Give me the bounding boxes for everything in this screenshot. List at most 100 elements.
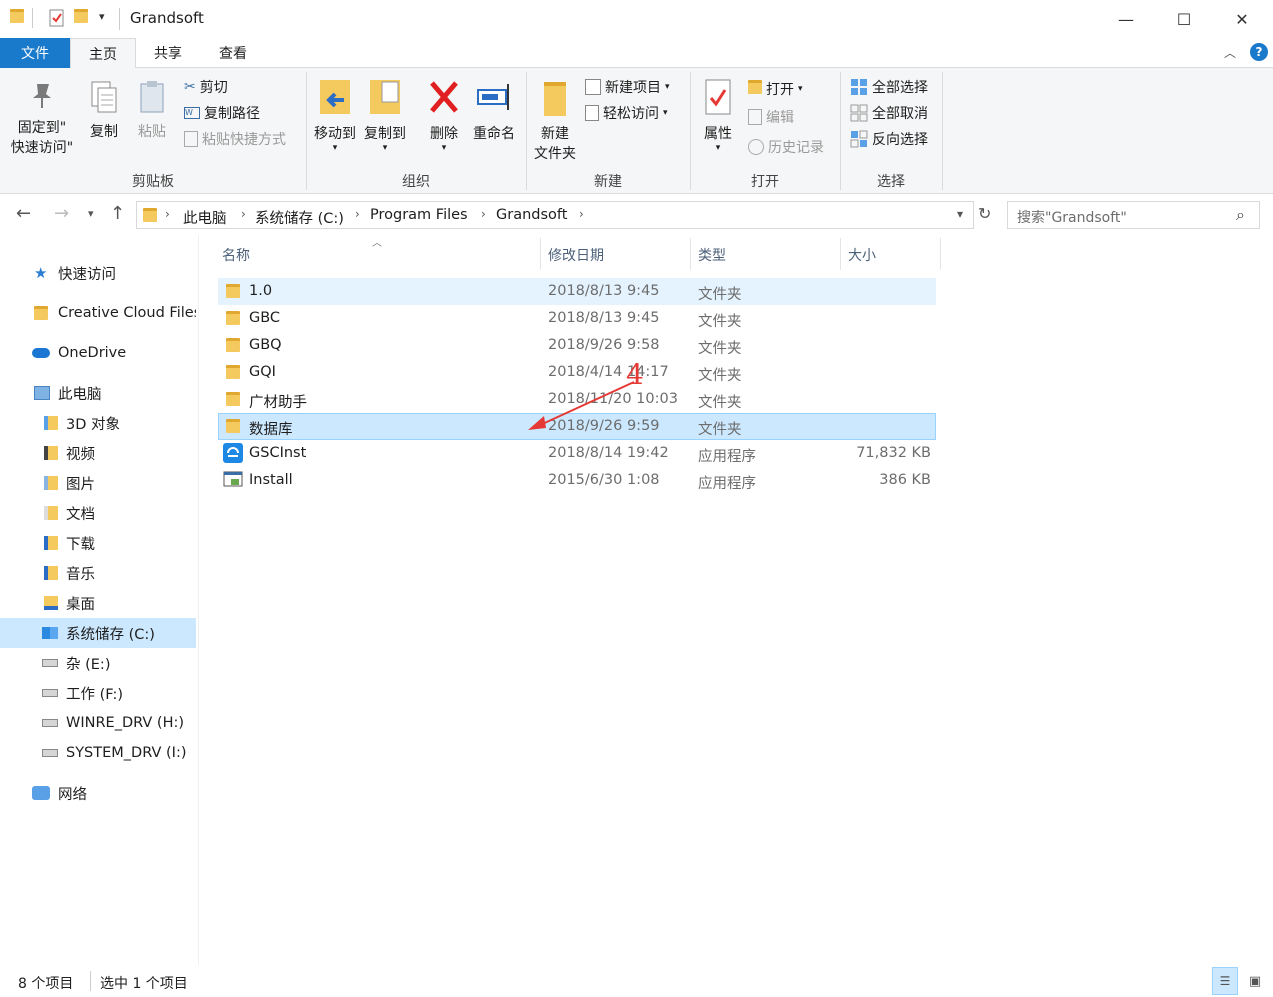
- tab-home[interactable]: 主页: [70, 38, 136, 69]
- search-icon[interactable]: ⌕: [1236, 205, 1245, 225]
- maximize-button[interactable]: ☐: [1155, 0, 1213, 38]
- tab-share[interactable]: 共享: [136, 38, 200, 68]
- address-bar[interactable]: › 此电脑 › 系统储存 (C:) › Program Files › Gran…: [136, 201, 974, 229]
- window-title: Grandsoft: [130, 9, 204, 27]
- nav-downloads[interactable]: 下载: [0, 528, 196, 558]
- details-view-icon[interactable]: ☰: [1212, 967, 1238, 995]
- file-row[interactable]: GBQ 2018/9/26 9:58 文件夹: [218, 332, 936, 359]
- nav-onedrive[interactable]: OneDrive: [0, 338, 196, 368]
- edit-button[interactable]: 编辑: [748, 106, 794, 128]
- rename-button[interactable]: 重命名: [470, 78, 518, 144]
- status-item-count: 8 个项目: [18, 976, 74, 992]
- new-group-label: 新建: [594, 174, 622, 190]
- dropdown-arrow-icon: ▾: [332, 143, 338, 153]
- breadcrumb-system-drive[interactable]: 系统储存 (C:): [255, 207, 344, 228]
- up-arrow-icon[interactable]: ↑: [110, 203, 125, 224]
- back-arrow-icon[interactable]: ←: [16, 203, 31, 224]
- select-none-button[interactable]: 全部取消: [850, 102, 928, 124]
- cut-label: 剪切: [199, 80, 228, 96]
- column-header-name[interactable]: 名称: [222, 245, 250, 265]
- move-to-button[interactable]: 移动到 ▾: [312, 78, 358, 153]
- invert-selection-icon: [850, 130, 868, 148]
- dropdown-arrow-icon: ▾: [715, 143, 721, 153]
- file-row[interactable]: GBC 2018/8/13 9:45 文件夹: [218, 305, 936, 332]
- nav-drive-e[interactable]: 杂 (E:): [0, 648, 196, 678]
- breadcrumb-separator-icon: ›: [481, 207, 486, 221]
- nav-drive-h[interactable]: WINRE_DRV (H:): [0, 708, 196, 738]
- history-button[interactable]: 历史记录: [748, 136, 824, 158]
- breadcrumb-separator-icon: ›: [241, 207, 246, 221]
- large-icons-view-icon[interactable]: ▣: [1242, 967, 1268, 995]
- select-all-button[interactable]: 全部选择: [850, 76, 928, 98]
- open-button[interactable]: 打开 ▾: [748, 78, 803, 100]
- new-folder-button[interactable]: 新建 文件夹: [530, 78, 580, 164]
- nav-drive-f[interactable]: 工作 (F:): [0, 678, 196, 708]
- search-input[interactable]: 搜索"Grandsoft" ⌕: [1007, 201, 1260, 229]
- tab-view[interactable]: 查看: [200, 38, 266, 68]
- nav-3d-objects[interactable]: 3D 对象: [0, 408, 196, 438]
- column-header-size[interactable]: 大小: [848, 245, 876, 265]
- nav-this-pc[interactable]: 此电脑: [0, 378, 196, 408]
- invert-selection-label: 反向选择: [872, 132, 928, 148]
- breadcrumb-grandsoft[interactable]: Grandsoft: [496, 207, 567, 223]
- cut-button[interactable]: ✂ 剪切: [184, 76, 228, 98]
- pin-to-quick-access-button[interactable]: 固定到" 快速访问": [8, 80, 76, 158]
- installer-icon: [223, 471, 243, 493]
- delete-button[interactable]: 删除 ▾: [424, 78, 464, 153]
- copy-path-button[interactable]: W 复制路径: [184, 102, 260, 124]
- properties-button[interactable]: 属性 ▾: [700, 78, 736, 153]
- paste-shortcut-button[interactable]: 粘贴快捷方式: [184, 128, 286, 150]
- file-name: 数据库: [249, 422, 293, 438]
- column-header-modified[interactable]: 修改日期: [548, 245, 604, 265]
- copy-button[interactable]: 复制: [84, 80, 124, 142]
- nav-documents[interactable]: 文档: [0, 498, 196, 528]
- breadcrumb-this-pc[interactable]: 此电脑: [183, 207, 227, 228]
- column-header-type[interactable]: 类型: [698, 245, 726, 265]
- file-row[interactable]: 1.0 2018/8/13 9:45 文件夹: [218, 278, 936, 305]
- folder-icon: [143, 208, 157, 226]
- nav-network[interactable]: 网络: [0, 778, 196, 808]
- tab-file[interactable]: 文件: [0, 38, 70, 68]
- network-icon: [32, 786, 50, 800]
- breadcrumb-program-files[interactable]: Program Files: [370, 207, 468, 223]
- copy-to-button[interactable]: 复制到 ▾: [362, 78, 408, 153]
- paste-shortcut-icon: [184, 131, 198, 147]
- folder-icon: [10, 9, 28, 27]
- copy-path-icon: W: [184, 107, 200, 119]
- easy-access-button[interactable]: 轻松访问 ▾: [585, 102, 668, 124]
- nav-music[interactable]: 音乐: [0, 558, 196, 588]
- file-type: 应用程序: [698, 476, 756, 492]
- ribbon-collapse-icon[interactable]: ︿: [1224, 44, 1236, 61]
- file-row[interactable]: GSCInst 2018/8/14 19:42 应用程序 71,832 KB: [218, 440, 936, 467]
- file-name: GQI: [249, 364, 276, 380]
- file-row[interactable]: Install 2015/6/30 1:08 应用程序 386 KB: [218, 467, 936, 494]
- address-dropdown-icon[interactable]: ▾: [957, 207, 963, 221]
- file-name: GBC: [249, 310, 281, 326]
- invert-selection-button[interactable]: 反向选择: [850, 128, 928, 150]
- refresh-icon[interactable]: ↻: [978, 204, 991, 223]
- download-icon: [44, 536, 58, 550]
- file-size: 386 KB: [879, 472, 931, 488]
- address-row: ← → ▾ ↑ › 此电脑 › 系统储存 (C:) › Program File…: [0, 195, 1273, 235]
- properties-quick-icon[interactable]: [48, 9, 66, 27]
- paste-button[interactable]: 粘贴: [132, 80, 172, 142]
- customize-quick-access-icon[interactable]: ▾: [99, 10, 105, 23]
- nav-system-drive[interactable]: 系统储存 (C:): [0, 618, 196, 648]
- forward-arrow-icon[interactable]: →: [54, 203, 69, 224]
- nav-videos[interactable]: 视频: [0, 438, 196, 468]
- new-item-button[interactable]: 新建项目 ▾: [585, 76, 670, 98]
- help-icon[interactable]: ?: [1250, 43, 1268, 61]
- nav-quick-access[interactable]: ★ 快速访问: [0, 258, 196, 288]
- nav-label: WINRE_DRV (H:): [66, 715, 185, 731]
- recent-locations-chevron-icon[interactable]: ▾: [88, 207, 94, 220]
- nav-drive-i[interactable]: SYSTEM_DRV (I:): [0, 738, 196, 768]
- pictures-icon: [44, 476, 58, 490]
- close-button[interactable]: ✕: [1213, 0, 1271, 38]
- open-folder-icon: [748, 80, 762, 98]
- nav-label: 音乐: [66, 566, 95, 583]
- nav-creative-cloud[interactable]: Creative Cloud Files: [0, 298, 196, 328]
- nav-desktop[interactable]: 桌面: [0, 588, 196, 618]
- minimize-button[interactable]: —: [1097, 0, 1155, 38]
- nav-pictures[interactable]: 图片: [0, 468, 196, 498]
- new-folder-quick-icon[interactable]: [74, 9, 92, 27]
